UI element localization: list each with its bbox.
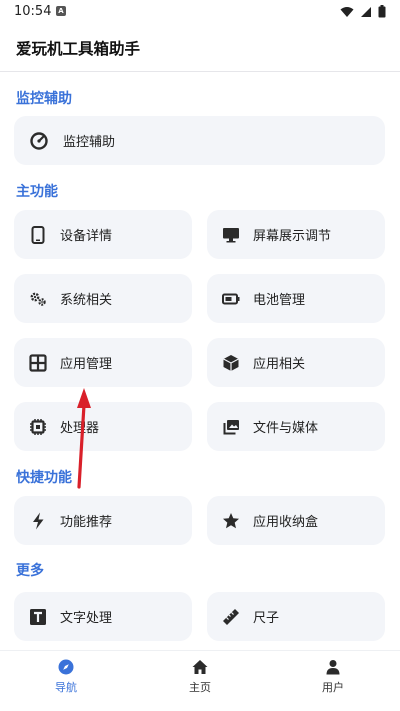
card-system[interactable]: 系统相关 — [14, 274, 192, 323]
notification-icon: A — [56, 6, 66, 16]
card-label: 设备详情 — [60, 229, 113, 244]
battery-status-icon — [378, 5, 386, 18]
card-processor[interactable]: 处理器 — [14, 402, 192, 451]
card-label: 屏幕展示调节 — [253, 229, 332, 244]
star-icon — [222, 512, 240, 530]
card-app-management[interactable]: 应用管理 — [14, 338, 192, 387]
photos-icon — [222, 418, 240, 436]
gears-icon — [29, 290, 47, 308]
card-label: 系统相关 — [60, 293, 113, 308]
home-icon — [192, 660, 208, 674]
nav-item-guide[interactable]: 导航 — [26, 659, 106, 703]
card-ruler[interactable]: 尺子 — [207, 592, 385, 641]
text-icon — [29, 608, 47, 626]
app-bar: 爱玩机工具箱助手 — [0, 28, 400, 70]
card-label: 应用相关 — [253, 357, 306, 372]
monitor-icon — [222, 226, 240, 244]
card-label: 处理器 — [60, 421, 100, 436]
card-monitor-assist[interactable]: 监控辅助 — [14, 116, 385, 165]
signal-icon — [361, 6, 371, 17]
ruler-icon — [222, 608, 240, 626]
section-title-more: 更多 — [16, 563, 44, 579]
battery-icon — [222, 290, 240, 308]
card-label: 电池管理 — [253, 293, 306, 308]
cube-icon — [222, 354, 240, 372]
nav-label: 导航 — [55, 681, 77, 694]
app-title: 爱玩机工具箱助手 — [16, 40, 141, 58]
card-feature-recommend[interactable]: 功能推荐 — [14, 496, 192, 545]
card-label: 尺子 — [253, 611, 280, 626]
cpu-icon — [29, 418, 47, 436]
card-label: 应用管理 — [60, 357, 113, 372]
card-label: 功能推荐 — [60, 515, 113, 530]
grid-icon — [29, 353, 47, 372]
status-bar: 10:54 A — [0, 0, 400, 24]
speedometer-icon — [30, 131, 48, 150]
nav-label: 主页 — [189, 681, 211, 694]
section-title-monitor: 监控辅助 — [16, 91, 72, 107]
section-title-main: 主功能 — [16, 184, 58, 200]
card-screen-display[interactable]: 屏幕展示调节 — [207, 210, 385, 259]
card-device-details[interactable]: 设备详情 — [14, 210, 192, 259]
wifi-icon — [340, 6, 354, 17]
user-icon — [326, 660, 340, 675]
card-text-processing[interactable]: 文字处理 — [14, 592, 192, 641]
card-app-related[interactable]: 应用相关 — [207, 338, 385, 387]
bottom-navigation: 导航 主页 用户 — [0, 650, 400, 711]
section-title-quick: 快捷功能 — [16, 470, 72, 486]
card-files-media[interactable]: 文件与媒体 — [207, 402, 385, 451]
phone-icon — [29, 225, 47, 244]
card-label: 文字处理 — [60, 611, 113, 626]
nav-item-user[interactable]: 用户 — [293, 659, 373, 703]
card-label: 监控辅助 — [63, 135, 116, 150]
card-label: 文件与媒体 — [253, 421, 319, 436]
nav-item-home[interactable]: 主页 — [160, 659, 240, 703]
card-battery[interactable]: 电池管理 — [207, 274, 385, 323]
app-bar-divider — [0, 71, 400, 72]
bolt-icon — [29, 512, 47, 530]
status-icons — [340, 5, 386, 18]
card-app-box[interactable]: 应用收纳盒 — [207, 496, 385, 545]
nav-label: 用户 — [322, 681, 344, 694]
compass-icon — [58, 659, 74, 675]
card-label: 应用收纳盒 — [253, 515, 319, 530]
status-time: 10:54 — [14, 4, 52, 19]
